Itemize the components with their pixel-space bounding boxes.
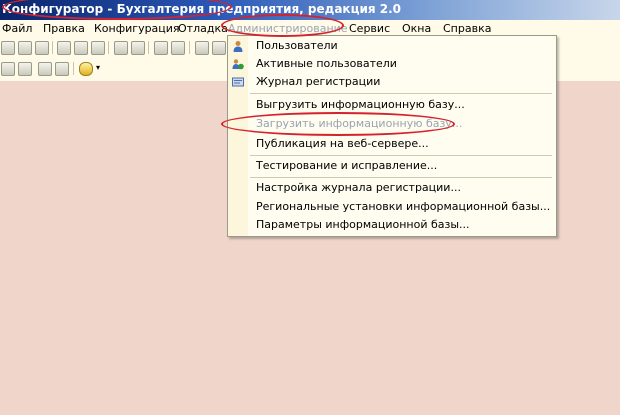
save-icon[interactable] (35, 41, 49, 55)
menu-separator (250, 155, 552, 156)
menu-service[interactable]: Сервис (349, 21, 390, 36)
toolbar-separator (52, 41, 53, 54)
menu-separator (250, 177, 552, 178)
toolbar-separator (148, 41, 149, 54)
user-icon (233, 41, 243, 52)
menu-item-active-users[interactable]: Активные пользователи (228, 55, 556, 73)
tree-icon[interactable] (1, 62, 15, 76)
paste-icon[interactable] (91, 41, 105, 55)
annotation-circle-import-item (221, 112, 455, 136)
menu-item-export-infobase[interactable]: Выгрузить информационную базу... (228, 96, 556, 114)
menu-item-web-publishing[interactable]: Публикация на веб-сервере... (228, 135, 556, 153)
toolbar-row-standard (0, 38, 230, 56)
menu-item-label: Пользователи (256, 39, 338, 52)
menu-item-users[interactable]: Пользователи (228, 37, 556, 55)
new-document-icon[interactable] (1, 41, 15, 55)
log-icon (232, 77, 244, 87)
menu-separator (250, 93, 552, 94)
chevron-down-icon[interactable]: ▾ (96, 63, 100, 72)
menu-item-infobase-parameters[interactable]: Параметры информационной базы... (228, 216, 556, 234)
menu-item-label: Активные пользователи (256, 57, 397, 70)
cut-icon[interactable] (57, 41, 71, 55)
menu-item-label: Журнал регистрации (256, 75, 381, 88)
redo-icon[interactable] (171, 41, 185, 55)
menu-file[interactable]: Файл (2, 21, 32, 36)
search-icon[interactable] (212, 41, 226, 55)
menu-item-log-settings[interactable]: Настройка журнала регистрации... (228, 179, 556, 197)
open-folder-icon[interactable] (18, 41, 32, 55)
menu-configuration[interactable]: Конфигурация (94, 21, 180, 36)
menu-item-label: Публикация на веб-сервере... (256, 137, 429, 150)
copy-icon[interactable] (74, 41, 88, 55)
menu-edit[interactable]: Правка (43, 21, 85, 36)
menu-item-label: Настройка журнала регистрации... (256, 181, 461, 194)
menu-item-label: Тестирование и исправление... (256, 159, 438, 172)
menu-item-label: Параметры информационной базы... (256, 218, 470, 231)
active-users-icon (232, 59, 244, 70)
run-debug-icon[interactable] (79, 62, 93, 76)
delete-icon[interactable] (114, 41, 128, 55)
menu-item-test-and-repair[interactable]: Тестирование и исправление... (228, 157, 556, 175)
menu-item-event-log[interactable]: Журнал регистрации (228, 73, 556, 91)
toolbar-separator (108, 41, 109, 54)
menu-help[interactable]: Справка (443, 21, 491, 36)
open-config-icon[interactable] (38, 62, 52, 76)
menu-item-label: Региональные установки информационной ба… (256, 200, 551, 213)
properties-icon[interactable] (131, 41, 145, 55)
database-icon[interactable] (18, 62, 32, 76)
menu-item-regional-settings[interactable]: Региональные установки информационной ба… (228, 198, 556, 216)
menu-windows[interactable]: Окна (402, 21, 431, 36)
find-icon[interactable] (195, 41, 209, 55)
toolbar-separator (189, 41, 190, 54)
undo-icon[interactable] (154, 41, 168, 55)
window-icon[interactable] (55, 62, 69, 76)
toolbar-row-config: ▾ (0, 59, 110, 77)
administration-dropdown: Пользователи Активные пользователи Журна… (227, 35, 557, 237)
annotation-circle-admin-menu (221, 14, 344, 37)
menu-debug[interactable]: Отладка (178, 21, 228, 36)
toolbar-separator (73, 62, 74, 75)
